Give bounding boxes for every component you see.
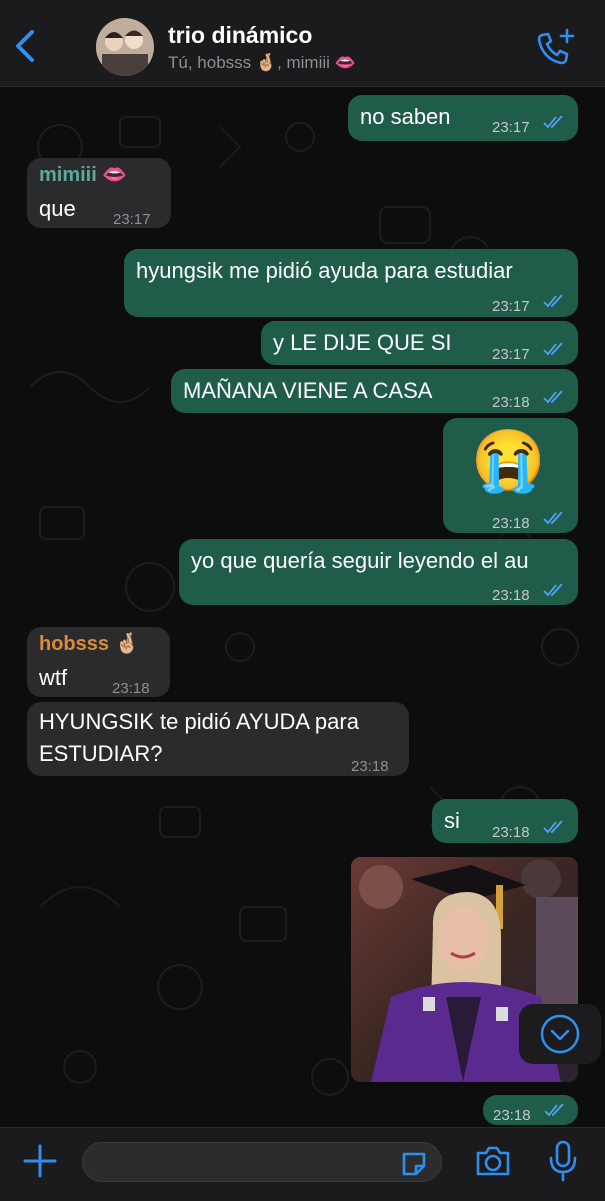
message-time: 23:17 — [492, 298, 530, 315]
message-outgoing[interactable]: si 23:18 — [432, 799, 578, 843]
scroll-down-icon — [540, 1014, 580, 1054]
message-time: 23:17 — [492, 119, 530, 136]
message-text-line2: ESTUDIAR? — [39, 741, 163, 766]
chat-title[interactable]: trio dinámico — [168, 22, 312, 49]
group-avatar[interactable] — [96, 18, 154, 76]
message-text: wtf — [39, 665, 68, 690]
message-text: yo que quería seguir leyendo el au — [191, 548, 529, 573]
message-text: hyungsik me pidió ayuda para estudiar — [136, 258, 513, 283]
message-input[interactable] — [82, 1142, 442, 1182]
message-text: MAÑANA VIENE A CASA — [183, 378, 433, 403]
message-time: 23:18 — [493, 1107, 531, 1124]
message-text: y LE DIJE QUE SI — [273, 330, 452, 355]
emoji-crying: 😭 — [471, 427, 546, 494]
read-ticks-icon — [543, 511, 563, 525]
chat-header: trio dinámico Tú, hobsss 🤞🏼, mimiii 👄 — [0, 0, 605, 87]
message-time: 23:18 — [492, 515, 530, 532]
read-ticks-icon — [543, 583, 563, 597]
message-outgoing[interactable]: y LE DIJE QUE SI 23:17 — [261, 321, 578, 365]
message-text: que — [39, 196, 76, 221]
message-incoming[interactable]: mimiii 👄 que 23:17 — [27, 158, 171, 228]
camera-icon[interactable] — [474, 1144, 512, 1178]
sender-name[interactable]: mimiii 👄 — [39, 162, 127, 188]
back-chevron-icon[interactable] — [12, 26, 40, 66]
message-outgoing-meta[interactable]: 23:18 — [483, 1095, 578, 1125]
plus-icon[interactable] — [22, 1143, 58, 1179]
message-time: 23:18 — [492, 824, 530, 841]
message-outgoing[interactable]: hyungsik me pidió ayuda para estudiar 23… — [124, 249, 578, 317]
read-ticks-icon — [543, 342, 563, 356]
message-text-line1: HYUNGSIK te pidió AYUDA para — [39, 709, 359, 734]
message-time: 23:18 — [492, 394, 530, 411]
read-ticks-icon — [543, 115, 563, 129]
message-time: 23:17 — [113, 211, 151, 228]
composer-bar — [0, 1127, 605, 1201]
sender-name[interactable]: hobsss 🤞🏼 — [39, 631, 139, 657]
message-text: no saben — [360, 104, 451, 129]
sticker-icon[interactable] — [400, 1150, 428, 1178]
message-outgoing[interactable]: no saben 23:17 — [348, 95, 578, 141]
message-outgoing[interactable]: yo que quería seguir leyendo el au 23:18 — [179, 539, 578, 605]
message-outgoing[interactable]: MAÑANA VIENE A CASA 23:18 — [171, 369, 578, 413]
message-time: 23:18 — [351, 758, 389, 775]
read-ticks-icon — [543, 820, 563, 834]
read-ticks-icon — [544, 1103, 564, 1117]
microphone-icon[interactable] — [548, 1140, 578, 1182]
read-ticks-icon — [543, 390, 563, 404]
message-incoming[interactable]: hobsss 🤞🏼 wtf 23:18 — [27, 627, 170, 697]
read-ticks-icon — [543, 294, 563, 308]
message-incoming[interactable]: HYUNGSIK te pidió AYUDA para ESTUDIAR? 2… — [27, 702, 409, 776]
message-outgoing[interactable]: 😭 23:18 — [443, 418, 578, 533]
message-time: 23:17 — [492, 346, 530, 363]
add-call-icon[interactable] — [534, 26, 576, 68]
chat-participants: Tú, hobsss 🤞🏼, mimiii 👄 — [168, 53, 356, 72]
message-time: 23:18 — [112, 680, 150, 697]
scroll-to-bottom-button[interactable] — [519, 1004, 601, 1064]
message-time: 23:18 — [492, 587, 530, 604]
message-text: si — [444, 808, 460, 833]
